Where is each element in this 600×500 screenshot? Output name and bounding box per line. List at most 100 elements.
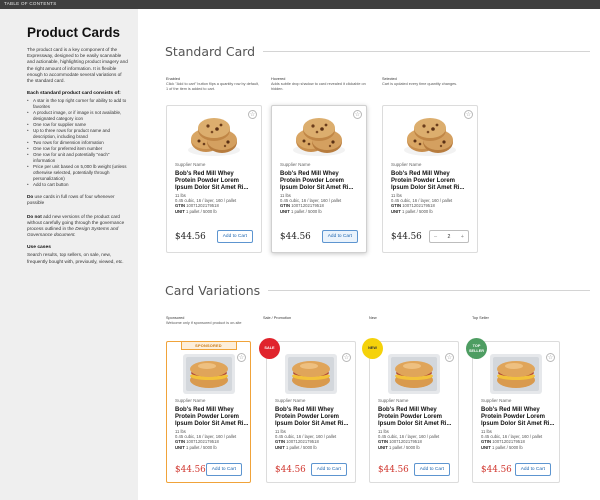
add-to-cart-button[interactable]: Add to Cart [216,230,253,243]
product-name[interactable]: Bob's Red Mill Whey Protein Powder Lorem… [391,171,464,191]
card-variations-section-header: Card Variations [165,283,590,298]
increment-button[interactable]: + [461,234,464,240]
add-to-cart-button[interactable]: Add to Cart [310,463,347,476]
unit-row: UNIT 1 pallet / 5000 lb [275,445,336,450]
state-label-enabled: Enabled Click "Add to cart" button flips… [166,77,261,91]
product-details: 11 lbs 0.45 cubic, 16 / layer, 160 / pal… [275,429,336,450]
product-details: 11 lbs 0.45 cubic, 16 / layer, 160 / pal… [175,193,236,214]
add-to-cart-button[interactable]: Add to Cart [514,463,551,476]
unit-value: 1 pallet / 5000 lb [185,444,217,450]
product-details: 11 lbs 0.45 cubic, 16 / layer, 160 / pal… [481,429,542,450]
unit-value: 1 pallet / 5000 lb [285,444,317,450]
favorite-star-icon[interactable]: ☆ [237,353,246,362]
decrement-button[interactable]: – [434,234,437,240]
favorite-star-icon[interactable]: ☆ [353,110,362,119]
variation-description: Welcome only if sponsored product is on-… [166,320,242,325]
unit-row: UNIT 1 pallet / 5000 lb [378,445,439,450]
favorite-star-icon[interactable]: ☆ [546,353,555,362]
add-to-cart-button[interactable]: Add to Cart [321,230,358,243]
supplier-name[interactable]: Supplier Name [378,398,408,403]
favorite-star-icon[interactable]: ☆ [445,353,454,362]
standard-card-section-header: Standard Card [165,44,590,59]
divider [263,51,590,52]
product-name[interactable]: Bob's Red Mill Whey Protein Powder Lorem… [175,407,248,427]
supplier-name[interactable]: Supplier Name [175,398,205,403]
unit-row: UNIT 1 pallet / 5000 lb [175,209,236,214]
quantity-stepper[interactable]: – 2 + [429,230,469,243]
price: $44.56 [481,465,512,475]
list-item: Price per unit based on 5,000 lb weight … [27,164,128,182]
product-card-new[interactable]: ☆ Supplier Name Bob's Red Mill Whey Prot… [369,341,459,483]
unit-value: 1 pallet / 5000 lb [185,208,217,214]
sale-price: $44.56 [275,465,306,475]
product-card-top-seller[interactable]: ☆ Supplier Name Bob's Red Mill Whey Prot… [472,341,560,483]
unit-value: 1 pallet / 5000 lb [388,444,420,450]
standard-card-heading: Standard Card [165,44,256,59]
sidebar-intro: The product card is a key component of t… [27,47,128,84]
product-name[interactable]: Bob's Red Mill Whey Protein Powder Lorem… [275,407,348,427]
do-guideline: Do use cards in full rows of four whenev… [27,194,128,206]
unit-label: UNIT [391,208,401,214]
supplier-name[interactable]: Supplier Name [481,398,511,403]
sponsored-banner: SPONSORED [180,342,237,350]
product-name[interactable]: Bob's Red Mill Whey Protein Powder Lorem… [378,407,451,427]
variation-title: Sale / Promotion [263,316,292,320]
favorite-star-icon[interactable]: ☆ [342,353,351,362]
state-label-hovered: Hovered Adds subtle drop shadow to card … [271,77,366,91]
product-image [490,354,542,394]
top-bar: TABLE OF CONTENTS [0,0,600,9]
list-item: One row for unit and potentially "each" … [27,152,128,164]
consists-of-heading: Each standard product card consists of: [27,91,121,97]
do-not-label: Do not [27,213,42,219]
product-details: 11 lbs 0.45 cubic, 16 / layer, 160 / pal… [280,193,341,214]
variation-label-sale: Sale / Promotion [263,316,358,321]
product-name[interactable]: Bob's Red Mill Whey Protein Powder Lorem… [481,407,554,427]
product-name[interactable]: Bob's Red Mill Whey Protein Powder Lorem… [175,171,248,191]
state-description: Cart is updated every time quantity chan… [382,81,458,86]
new-badge: NEW [362,338,383,359]
product-details: 11 lbs 0.45 cubic, 16 / layer, 160 / pal… [378,429,439,450]
state-label-selected: Selected Cart is updated every time quan… [382,77,477,87]
card-variations-heading: Card Variations [165,283,261,298]
product-card-enabled[interactable]: ☆ Supplier Name Bob's Red Mill Whey Prot… [166,105,262,253]
list-item: Add to cart button [27,182,128,188]
unit-row: UNIT 1 pallet / 5000 lb [175,445,236,450]
sale-badge: SALE [259,338,280,359]
do-not-guideline: Do not add new versions of the product c… [27,214,128,239]
table-of-contents-label[interactable]: TABLE OF CONTENTS [4,1,57,6]
sale-price: $44.56 [175,465,206,475]
supplier-name[interactable]: Supplier Name [280,162,310,167]
sidebar-title: Product Cards [27,25,121,40]
product-image [404,118,456,156]
add-to-cart-button[interactable]: Add to Cart [413,463,450,476]
state-description: Adds subtle drop shadow to card revealed… [271,81,366,91]
favorite-star-icon[interactable]: ☆ [464,110,473,119]
product-card-selected[interactable]: ☆ Supplier Name Bob's Red Mill Whey Prot… [382,105,478,253]
unit-label: UNIT [175,444,185,450]
unit-label: UNIT [275,444,285,450]
variation-label-sponsored: Sponsored Welcome only if sponsored prod… [166,316,261,326]
list-item: A product image, or if image is not avai… [27,110,128,122]
product-name[interactable]: Bob's Red Mill Whey Protein Powder Lorem… [280,171,353,191]
supplier-name[interactable]: Supplier Name [175,162,205,167]
list-item: A star in the top right corner for abili… [27,98,128,110]
product-details: 11 lbs 0.45 cubic, 16 / layer, 160 / pal… [391,193,452,214]
unit-value: 1 pallet / 5000 lb [491,444,523,450]
variation-label-new: New [369,316,464,321]
unit-row: UNIT 1 pallet / 5000 lb [391,209,452,214]
unit-label: UNIT [481,444,491,450]
product-card-sale[interactable]: ☆ Supplier Name Bob's Red Mill Whey Prot… [266,341,356,483]
consists-of-list: A star in the top right corner for abili… [27,98,128,188]
unit-row: UNIT 1 pallet / 5000 lb [280,209,341,214]
price: $44.56 [175,232,206,242]
quantity-value[interactable]: 2 [447,234,450,240]
add-to-cart-button[interactable]: Add to Cart [205,463,242,476]
supplier-name[interactable]: Supplier Name [275,398,305,403]
product-card-sponsored[interactable]: SPONSORED ☆ Supplier Name Bob's Red Mill… [166,341,251,483]
variation-title: New [369,316,377,320]
favorite-star-icon[interactable]: ☆ [248,110,257,119]
supplier-name[interactable]: Supplier Name [391,162,421,167]
product-card-hovered[interactable]: ☆ Supplier Name Bob's Red Mill Whey Prot… [271,105,367,253]
product-image [285,354,337,394]
unit-label: UNIT [378,444,388,450]
